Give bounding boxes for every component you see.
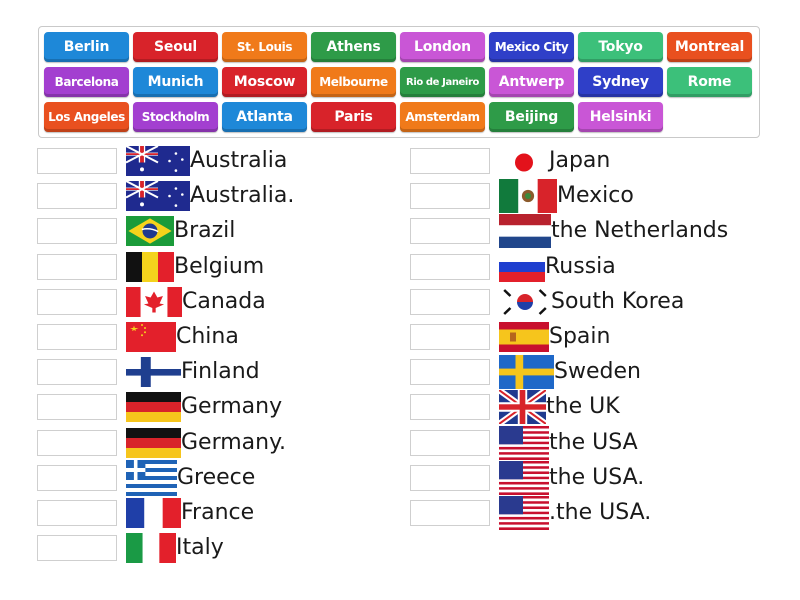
country-label: Australia. xyxy=(190,183,295,209)
answer-slot[interactable] xyxy=(410,500,490,526)
answer-slot[interactable] xyxy=(37,429,117,456)
country-label: Mexico xyxy=(557,183,634,209)
country-label: Italy xyxy=(176,535,224,561)
russia-flag-icon xyxy=(499,251,545,282)
answer-slot[interactable] xyxy=(37,148,117,174)
country-label: the USA. xyxy=(549,464,645,490)
word-tile-amsterdam[interactable]: Amsterdam xyxy=(400,102,485,132)
italy-flag-icon xyxy=(126,533,176,564)
australia-flag-icon xyxy=(126,181,190,212)
australia-flag-icon xyxy=(126,146,190,176)
answer-slot[interactable] xyxy=(37,218,117,245)
word-tile-tokyo[interactable]: Tokyo xyxy=(578,32,663,62)
country-label: Finland xyxy=(181,359,260,385)
word-tile-rio-de-janeiro[interactable]: Rio de Janeiro xyxy=(400,67,485,97)
answer-slot[interactable] xyxy=(410,464,490,491)
answer-slot[interactable] xyxy=(410,148,490,174)
answer-slot[interactable] xyxy=(410,253,490,280)
answer-slot[interactable] xyxy=(410,359,490,386)
canada-flag-icon xyxy=(126,286,182,317)
country-label: Germany. xyxy=(181,429,286,455)
word-tile-moscow[interactable]: Moscow xyxy=(222,67,307,97)
answer-slot[interactable] xyxy=(410,183,490,210)
country-label: Sweden xyxy=(554,359,641,385)
word-tile-sydney[interactable]: Sydney xyxy=(578,67,663,97)
brazil-flag-icon xyxy=(126,216,174,247)
country-label: Brazil xyxy=(174,218,236,244)
answer-slot[interactable] xyxy=(37,253,117,280)
word-tile-barcelona[interactable]: Barcelona xyxy=(44,67,129,97)
country-label: Belgium xyxy=(174,253,265,279)
answer-slot[interactable] xyxy=(410,324,490,350)
word-tile-berlin[interactable]: Berlin xyxy=(44,32,129,62)
country-label: South Korea xyxy=(551,288,685,314)
country-label: Germany xyxy=(181,394,283,420)
word-bank: Berlin Seoul St. Louis Athens London Mexico C… xyxy=(38,26,760,138)
answer-slot[interactable] xyxy=(37,183,117,210)
usa-flag-icon xyxy=(499,425,549,460)
country-label: China xyxy=(176,324,239,349)
answer-slot[interactable] xyxy=(37,464,117,491)
word-tile-mexico-city[interactable]: Mexico City xyxy=(489,32,574,62)
answer-slot[interactable] xyxy=(37,500,117,526)
country-label: the Netherlands xyxy=(551,218,729,244)
country-label: France xyxy=(181,500,255,525)
china-flag-icon xyxy=(126,322,176,352)
sweden-flag-icon xyxy=(499,355,554,390)
answer-slot[interactable] xyxy=(37,359,117,386)
answer-slot[interactable] xyxy=(37,535,117,562)
word-tile-helsinki[interactable]: Helsinki xyxy=(578,102,663,132)
answer-slot[interactable] xyxy=(37,394,117,421)
greece-flag-icon xyxy=(126,459,177,496)
word-tile-melbourne[interactable]: Melbourne xyxy=(311,67,396,97)
germany-flag-icon xyxy=(126,427,181,458)
word-tile-rome[interactable]: Rome xyxy=(667,67,752,97)
usa-flag-icon xyxy=(499,496,549,530)
usa-flag-icon xyxy=(499,460,549,495)
word-tile-antwerp[interactable]: Antwerp xyxy=(489,67,574,97)
country-label: Russia xyxy=(545,253,616,279)
finland-flag-icon xyxy=(126,357,181,388)
answer-slot[interactable] xyxy=(37,324,117,350)
netherlands-flag-icon xyxy=(499,214,551,249)
word-tile-munich[interactable]: Munich xyxy=(133,67,218,97)
word-tile-london[interactable]: London xyxy=(400,32,485,62)
word-tile-montreal[interactable]: Montreal xyxy=(667,32,752,62)
word-tile-stockholm[interactable]: Stockholm xyxy=(133,102,218,132)
country-label: Australia xyxy=(190,148,288,173)
germany-flag-icon xyxy=(126,392,181,423)
mexico-flag-icon xyxy=(499,179,557,214)
japan-flag-icon xyxy=(499,146,549,176)
answer-slot[interactable] xyxy=(410,394,490,421)
south-korea-flag-icon xyxy=(499,286,551,317)
answer-slot[interactable] xyxy=(410,288,490,315)
france-flag-icon xyxy=(126,498,181,528)
word-tile-beijing[interactable]: Beijing xyxy=(489,102,574,132)
country-label: Japan xyxy=(549,148,611,173)
country-label: .the USA. xyxy=(549,500,652,525)
word-tile-atlanta[interactable]: Atlanta xyxy=(222,102,307,132)
uk-flag-icon xyxy=(499,390,546,425)
country-label: the UK xyxy=(546,394,620,420)
country-label: Greece xyxy=(177,464,256,490)
answer-slot[interactable] xyxy=(37,288,117,315)
answer-slot[interactable] xyxy=(410,429,490,456)
word-tile-seoul[interactable]: Seoul xyxy=(133,32,218,62)
spain-flag-icon xyxy=(499,322,549,352)
belgium-flag-icon xyxy=(126,251,174,282)
word-tile-los-angeles[interactable]: Los Angeles xyxy=(44,102,129,132)
country-label: Canada xyxy=(182,288,266,314)
word-tile-st-louis[interactable]: St. Louis xyxy=(222,32,307,62)
country-label: Spain xyxy=(549,324,611,349)
word-tile-paris[interactable]: Paris xyxy=(311,102,396,132)
word-tile-athens[interactable]: Athens xyxy=(311,32,396,62)
answer-slot[interactable] xyxy=(410,218,490,245)
country-label: the USA xyxy=(549,429,638,455)
